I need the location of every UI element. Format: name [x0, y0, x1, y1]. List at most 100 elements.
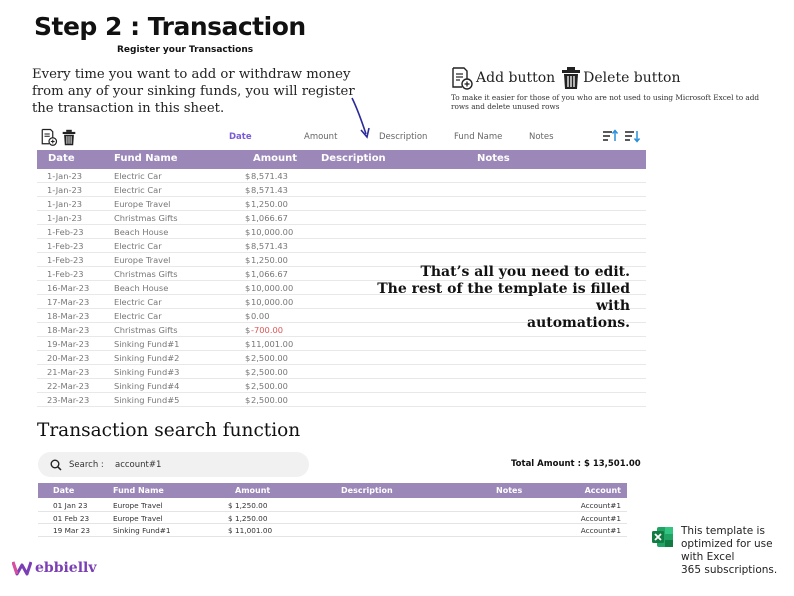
- cell-fund-name[interactable]: Electric Car: [114, 171, 162, 181]
- cell-date[interactable]: 18-Mar-23: [47, 325, 89, 335]
- cell-currency[interactable]: $: [245, 269, 250, 279]
- table-row[interactable]: 1-Jan-23 Europe Travel $1,250.00: [37, 197, 646, 211]
- cell-fund-name[interactable]: Electric Car: [114, 297, 162, 307]
- cell-amount[interactable]: 8,571.43: [251, 171, 288, 181]
- cell-currency[interactable]: $: [245, 311, 250, 321]
- cell-amount[interactable]: 1,066.67: [251, 213, 288, 223]
- table-row[interactable]: 1-Feb-23 Beach House $10,000.00: [37, 225, 646, 239]
- col-header-date[interactable]: Date: [48, 153, 75, 164]
- cell-currency[interactable]: $: [245, 283, 250, 293]
- cell-fund-name[interactable]: Christmas Gifts: [114, 325, 178, 335]
- cell-date[interactable]: 23-Mar-23: [47, 395, 89, 405]
- cell-amount[interactable]: 10,000.00: [251, 283, 293, 293]
- cell-fund-name[interactable]: Electric Car: [114, 241, 162, 251]
- cell-date[interactable]: 1-Jan-23: [47, 171, 82, 181]
- cell-amount[interactable]: 1,250.00: [251, 255, 288, 265]
- cell-fund-name[interactable]: Electric Car: [114, 311, 162, 321]
- col-header-fund-name[interactable]: Fund Name: [114, 153, 178, 164]
- cell-fund-name[interactable]: Beach House: [114, 227, 168, 237]
- res-cell-date: 01 Feb 23: [53, 513, 90, 523]
- cell-fund-name[interactable]: Christmas Gifts: [114, 269, 178, 279]
- cell-fund-name[interactable]: Christmas Gifts: [114, 213, 178, 223]
- cell-date[interactable]: 1-Jan-23: [47, 213, 82, 223]
- cell-date[interactable]: 19-Mar-23: [47, 339, 89, 349]
- cell-currency[interactable]: $: [245, 171, 250, 181]
- cell-amount[interactable]: 0.00: [251, 311, 269, 321]
- table-row[interactable]: 1-Jan-23 Electric Car $8,571.43: [37, 183, 646, 197]
- cell-currency[interactable]: $: [245, 339, 250, 349]
- cell-date[interactable]: 21-Mar-23: [47, 367, 89, 377]
- cell-date[interactable]: 20-Mar-23: [47, 353, 89, 363]
- cell-amount[interactable]: 2,500.00: [251, 367, 288, 377]
- cell-amount[interactable]: 10,000.00: [251, 297, 293, 307]
- table-row[interactable]: 19-Mar-23 Sinking Fund#1 $11,001.00: [37, 337, 646, 351]
- col-header-description[interactable]: Description: [321, 153, 386, 164]
- table-row[interactable]: 1-Jan-23 Christmas Gifts $1,066.67: [37, 211, 646, 225]
- add-row-button[interactable]: [40, 128, 58, 146]
- cell-date[interactable]: 1-Jan-23: [47, 199, 82, 209]
- cell-fund-name[interactable]: Sinking Fund#2: [114, 353, 179, 363]
- cell-fund-name[interactable]: Sinking Fund#5: [114, 395, 179, 405]
- table-row[interactable]: 20-Mar-23 Sinking Fund#2 $2,500.00: [37, 351, 646, 365]
- cell-currency[interactable]: $: [245, 241, 250, 251]
- cell-currency[interactable]: $: [245, 213, 250, 223]
- table-row[interactable]: 23-Mar-23 Sinking Fund#5 $2,500.00: [37, 393, 646, 407]
- cell-amount[interactable]: 2,500.00: [251, 353, 288, 363]
- cell-fund-name[interactable]: Europe Travel: [114, 255, 170, 265]
- cell-currency[interactable]: $: [245, 185, 250, 195]
- res-header-fund-name: Fund Name: [113, 486, 164, 495]
- cell-date[interactable]: 17-Mar-23: [47, 297, 89, 307]
- cell-date[interactable]: 22-Mar-23: [47, 381, 89, 391]
- cell-amount[interactable]: 1,066.67: [251, 269, 288, 279]
- cell-currency[interactable]: $: [245, 395, 250, 405]
- cell-date[interactable]: 1-Feb-23: [47, 227, 84, 237]
- total-label: Total Amount :: [511, 459, 581, 469]
- col-header-amount[interactable]: Amount: [253, 153, 297, 164]
- search-value[interactable]: account#1: [115, 460, 161, 470]
- cell-amount[interactable]: 8,571.43: [251, 185, 288, 195]
- cell-currency[interactable]: $: [245, 297, 250, 307]
- search-input[interactable]: Search : account#1: [38, 452, 309, 477]
- cell-fund-name[interactable]: Sinking Fund#1: [114, 339, 179, 349]
- sort-tab-description[interactable]: Description: [379, 132, 427, 142]
- res-header-notes: Notes: [496, 486, 523, 495]
- cell-fund-name[interactable]: Europe Travel: [114, 199, 170, 209]
- sort-tab-amount[interactable]: Amount: [304, 132, 337, 142]
- cell-fund-name[interactable]: Beach House: [114, 283, 168, 293]
- cell-date[interactable]: 1-Feb-23: [47, 255, 84, 265]
- cell-currency[interactable]: $: [245, 227, 250, 237]
- cell-currency[interactable]: $: [245, 325, 250, 335]
- cell-date[interactable]: 1-Jan-23: [47, 185, 82, 195]
- sort-descending-icon[interactable]: [624, 129, 640, 143]
- table-row[interactable]: 1-Feb-23 Electric Car $8,571.43: [37, 239, 646, 253]
- cell-currency[interactable]: $: [245, 353, 250, 363]
- table-row[interactable]: 22-Mar-23 Sinking Fund#4 $2,500.00: [37, 379, 646, 393]
- cell-fund-name[interactable]: Sinking Fund#3: [114, 367, 179, 377]
- cell-date[interactable]: 1-Feb-23: [47, 241, 84, 251]
- sort-tab-notes[interactable]: Notes: [529, 132, 554, 142]
- cell-amount[interactable]: 2,500.00: [251, 395, 288, 405]
- table-row[interactable]: 21-Mar-23 Sinking Fund#3 $2,500.00: [37, 365, 646, 379]
- cell-date[interactable]: 16-Mar-23: [47, 283, 89, 293]
- cell-amount[interactable]: 2,500.00: [251, 381, 288, 391]
- cell-amount[interactable]: 11,001.00: [251, 339, 293, 349]
- sort-ascending-icon[interactable]: [602, 129, 618, 143]
- sort-tab-fund-name[interactable]: Fund Name: [454, 132, 502, 142]
- cell-date[interactable]: 1-Feb-23: [47, 269, 84, 279]
- cell-fund-name[interactable]: Electric Car: [114, 185, 162, 195]
- cell-currency[interactable]: $: [245, 381, 250, 391]
- cell-date[interactable]: 18-Mar-23: [47, 311, 89, 321]
- cell-amount[interactable]: -700.00: [251, 325, 283, 335]
- delete-row-button[interactable]: [62, 129, 76, 146]
- col-header-notes[interactable]: Notes: [477, 153, 510, 164]
- cell-fund-name[interactable]: Sinking Fund#4: [114, 381, 179, 391]
- sort-tab-date[interactable]: Date: [229, 132, 252, 142]
- cell-amount[interactable]: 1,250.00: [251, 199, 288, 209]
- total-amount: Total Amount : $ 13,501.00: [511, 459, 641, 469]
- cell-amount[interactable]: 10,000.00: [251, 227, 293, 237]
- cell-currency[interactable]: $: [245, 255, 250, 265]
- table-row[interactable]: 1-Jan-23 Electric Car $8,571.43: [37, 169, 646, 183]
- cell-currency[interactable]: $: [245, 199, 250, 209]
- cell-amount[interactable]: 8,571.43: [251, 241, 288, 251]
- cell-currency[interactable]: $: [245, 367, 250, 377]
